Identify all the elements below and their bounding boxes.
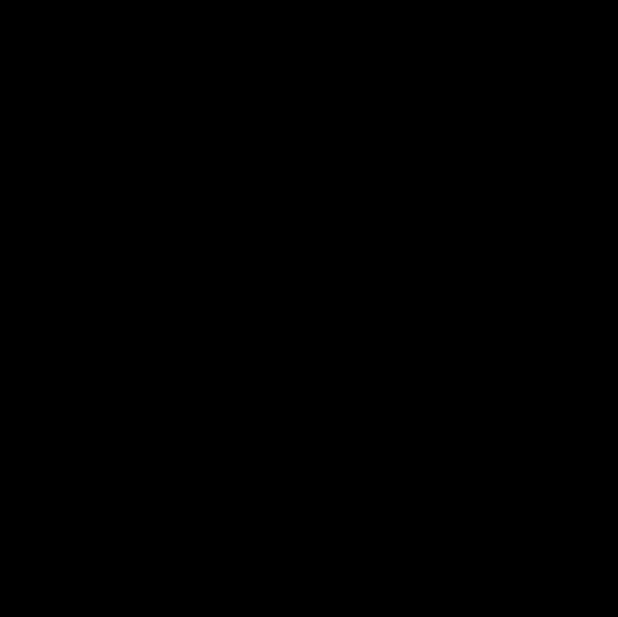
status-bar-right: 100% (398, 75, 456, 87)
class-card-2[interactable] (295, 271, 407, 423)
screenshot-stage: Fit Sketch 100% (0, 0, 618, 617)
featured-class-image (169, 475, 453, 617)
video-bubble[interactable] (538, 398, 618, 478)
search-placeholder: What do you want to do today? Yoga? (208, 188, 406, 200)
back-arrow-icon[interactable] (169, 98, 189, 118)
silent-switch[interactable] (130, 156, 133, 178)
front-camera-icon (337, 65, 345, 74)
tab-tabata[interactable]: Ta (411, 236, 426, 259)
volume-up-button[interactable] (130, 196, 133, 236)
tab-aerobic[interactable]: Aerobic (333, 236, 383, 259)
phone-icon (33, 142, 54, 163)
phone-device: Sketch 100% Online Fitness App What do y… (130, 44, 492, 617)
volume-down-button[interactable] (130, 248, 133, 288)
call-bubble[interactable] (4, 114, 84, 194)
earpiece-speaker (277, 67, 319, 72)
battery-percent-label: 100% (398, 75, 427, 87)
tab-weight-loss[interactable]: Weight loss (169, 236, 245, 259)
category-tabs: Weight loss Yoga Aerobic Ta (147, 214, 475, 259)
profile-person-icon[interactable] (434, 99, 453, 118)
class-card-3-image (421, 271, 475, 423)
trainer-price: $15/hr (150, 419, 193, 436)
carrier-label: Sketch (187, 75, 222, 87)
video-camera-icon (566, 431, 591, 445)
phone-notch (227, 58, 395, 85)
search-icon (185, 185, 199, 204)
nav-bar (147, 92, 475, 122)
phone-screen: Sketch 100% Online Fitness App What do y… (147, 58, 475, 617)
battery-full-icon (431, 75, 456, 87)
power-button[interactable] (489, 212, 492, 274)
avatar (79, 381, 137, 439)
avatar-image (79, 381, 137, 439)
class-card-3[interactable] (421, 271, 475, 423)
trainer-info: Russell Griffin Gym Trainer $15/hr (150, 385, 245, 436)
tab-yoga[interactable]: Yoga (273, 236, 305, 259)
trainer-card[interactable]: Russell Griffin Gym Trainer $15/hr (63, 366, 280, 454)
featured-class-card[interactable] (169, 475, 453, 617)
phone-bezel: Sketch 100% Online Fitness App What do y… (138, 49, 484, 617)
trainer-role: Gym Trainer (150, 403, 208, 416)
class-card-2-image (295, 271, 407, 423)
status-bar-left: Sketch (169, 75, 222, 87)
signal-bars-icon (169, 76, 184, 86)
search-input[interactable]: What do you want to do today? Yoga? (169, 174, 453, 214)
page-title: Online Fitness App (169, 132, 377, 159)
trainer-name: Russell Griffin (150, 384, 245, 401)
